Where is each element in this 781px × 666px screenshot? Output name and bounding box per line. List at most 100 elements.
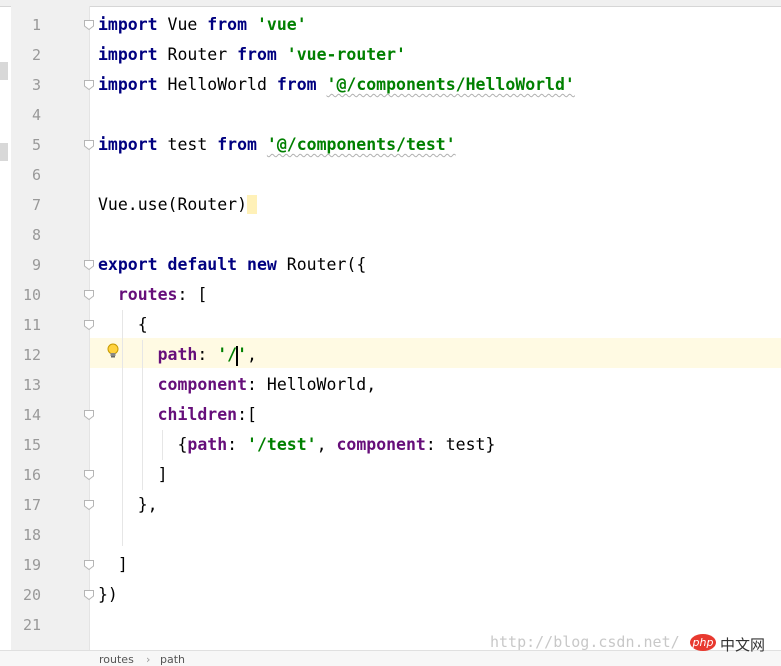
code-token: ]: [98, 465, 168, 484]
code-token: '/test': [247, 435, 317, 454]
code-token: component: [157, 375, 248, 394]
code-line[interactable]: import HelloWorld from '@/components/Hel…: [98, 70, 575, 100]
code-token: {: [98, 315, 148, 334]
code-line[interactable]: },: [98, 490, 158, 520]
code-line[interactable]: routes: [: [98, 280, 207, 310]
code-line[interactable]: export default new Router({: [98, 250, 366, 280]
code-line[interactable]: ]: [98, 550, 128, 580]
code-token: : [: [177, 285, 208, 304]
fold-toggle-icon[interactable]: [83, 19, 95, 31]
line-number: 10: [22, 286, 41, 304]
fold-toggle-icon[interactable]: [83, 469, 95, 481]
line-number: 18: [22, 526, 41, 544]
code-token: :: [227, 435, 248, 454]
line-number: 19: [22, 556, 41, 574]
code-token: '@/components/HelloWorld': [326, 75, 575, 94]
fold-toggle-icon[interactable]: [83, 289, 95, 301]
code-token: from: [237, 45, 277, 64]
fold-toggle-icon[interactable]: [83, 319, 95, 331]
change-marker: [0, 143, 8, 161]
code-line[interactable]: import test from '@/components/test': [98, 130, 456, 160]
fold-toggle-icon[interactable]: [83, 259, 95, 271]
code-token: Router: [157, 45, 238, 64]
fold-toggle-icon[interactable]: [83, 589, 95, 601]
code-token: '/: [217, 345, 238, 364]
code-token: Router({: [276, 255, 367, 274]
line-number: 4: [31, 106, 41, 124]
code-token: :: [197, 345, 218, 364]
line-number: 8: [31, 226, 41, 244]
site-name: 中文网: [720, 636, 766, 654]
code-line[interactable]: import Vue from 'vue': [98, 10, 307, 40]
breadcrumb-item-path[interactable]: path: [160, 653, 185, 666]
code-token: import: [98, 135, 158, 154]
fold-toggle-icon[interactable]: [83, 139, 95, 151]
line-number: 20: [22, 586, 41, 604]
code-token: default: [167, 255, 238, 274]
code-token: ]: [98, 555, 128, 574]
fold-toggle-icon[interactable]: [83, 499, 95, 511]
code-token: test: [157, 135, 218, 154]
code-token: }): [98, 585, 118, 604]
code-token: Vue.use(Router): [98, 195, 248, 214]
code-token: ,: [316, 435, 337, 454]
fold-toggle-icon[interactable]: [83, 559, 95, 571]
breadcrumb-separator: ›: [146, 653, 151, 666]
line-number: 14: [22, 406, 41, 424]
line-number: 13: [22, 376, 41, 394]
code-token: ,: [247, 345, 257, 364]
breadcrumb-item-routes[interactable]: routes: [99, 653, 134, 666]
lightbulb-icon[interactable]: [106, 343, 120, 359]
code-line[interactable]: Vue.use(Router): [98, 190, 257, 220]
fold-toggle-icon[interactable]: [83, 79, 95, 91]
code-token: : HelloWorld,: [247, 375, 377, 394]
line-number: 17: [22, 496, 41, 514]
line-number: 7: [31, 196, 41, 214]
line-number: 5: [31, 136, 41, 154]
code-line[interactable]: {path: '/test', component: test}: [98, 430, 495, 460]
line-number: 1: [31, 16, 41, 34]
code-token: import: [98, 15, 158, 34]
code-token: '@/components/test': [266, 135, 456, 154]
code-token: from: [276, 75, 317, 94]
code-token: Vue: [157, 15, 208, 34]
code-line[interactable]: path: '/',: [98, 340, 257, 370]
site-logo: php: [690, 634, 716, 651]
code-token: },: [98, 495, 158, 514]
code-line[interactable]: ]: [98, 460, 168, 490]
code-token: children: [157, 405, 238, 424]
code-token: :[: [237, 405, 257, 424]
code-token: import: [98, 45, 158, 64]
code-token: [247, 195, 257, 214]
code-token: export: [98, 255, 158, 274]
code-token: {: [98, 435, 188, 454]
fold-toggle-icon[interactable]: [83, 409, 95, 421]
line-number: 21: [22, 616, 41, 634]
code-line[interactable]: children:[: [98, 400, 257, 430]
code-token: import: [98, 75, 158, 94]
breadcrumb: routes › path: [0, 650, 781, 666]
code-line[interactable]: {: [98, 310, 148, 340]
code-token: new: [247, 255, 277, 274]
line-number: 2: [31, 46, 41, 64]
code-line[interactable]: component: HelloWorld,: [98, 370, 377, 400]
code-line[interactable]: }): [98, 580, 118, 610]
code-token: component: [336, 435, 426, 454]
change-marker: [0, 62, 8, 80]
line-number: 6: [31, 166, 41, 184]
code-token: HelloWorld: [157, 75, 277, 94]
top-strip: [0, 0, 781, 7]
code-token: 'vue': [256, 15, 307, 34]
code-line[interactable]: import Router from 'vue-router': [98, 40, 406, 70]
line-number: 12: [22, 346, 41, 364]
code-token: from: [207, 15, 248, 34]
code-token: : test}: [425, 435, 496, 454]
code-token: path: [187, 435, 228, 454]
